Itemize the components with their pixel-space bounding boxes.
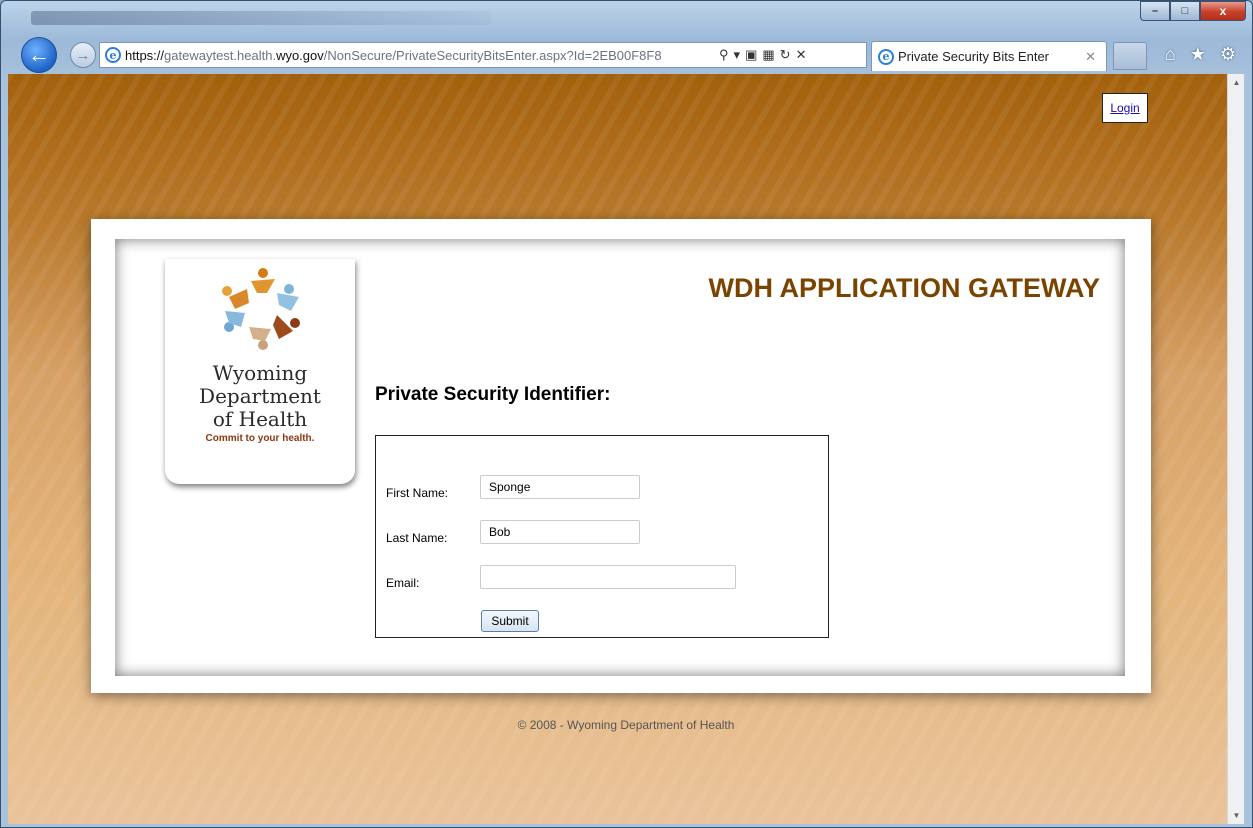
logo-figure-head	[284, 284, 294, 294]
submit-button[interactable]: Submit	[481, 610, 539, 632]
page-footer: © 2008 - Wyoming Department of Health	[517, 718, 735, 732]
email-input[interactable]	[480, 565, 736, 589]
tab-ie-icon: e	[878, 48, 894, 65]
lock-icon[interactable]: ▣	[745, 47, 757, 63]
logo-figure-head	[258, 340, 268, 350]
compatibility-view-icon[interactable]: ▦	[762, 47, 774, 63]
last-name-input[interactable]: Bob	[480, 520, 640, 544]
tab-title: Private Security Bits Enter	[898, 49, 1049, 64]
dropdown-arrow-icon[interactable]: ▾	[734, 47, 741, 63]
ie-page-icon: e	[105, 47, 121, 63]
last-name-label: Last Name:	[386, 531, 448, 545]
scroll-up-icon[interactable]: ▲	[1228, 74, 1244, 91]
back-button[interactable]: ←	[21, 37, 57, 73]
url-domain: wyo.gov	[276, 47, 324, 63]
logo-figure-body	[251, 279, 275, 293]
browser-window: – □ x ← → e https://gatewaytest.health.w…	[0, 0, 1253, 828]
page-title: WDH APPLICATION GATEWAY	[708, 273, 1101, 303]
content-card: Wyoming Department of Health Commit to y…	[91, 219, 1151, 693]
browser-tools: ⌂ ★ ⚙	[1165, 44, 1236, 65]
refresh-icon[interactable]: ↻	[780, 47, 791, 63]
form-heading: Private Security Identifier:	[375, 384, 611, 405]
url-scheme: https://	[125, 47, 165, 63]
search-icon[interactable]: ⚲	[719, 47, 729, 63]
forward-arrow-icon: →	[75, 46, 91, 64]
gear-icon[interactable]: ⚙	[1220, 44, 1236, 65]
url-subdomain: gatewaytest.health.	[164, 47, 277, 63]
forward-button[interactable]: →	[70, 42, 96, 68]
email-label: Email:	[386, 576, 420, 590]
security-identifier-form: First Name: Sponge Last Name: Bob Email:…	[375, 435, 829, 638]
window-controls: – □ x	[1140, 1, 1246, 21]
logo-figure-body	[277, 293, 299, 311]
stop-icon[interactable]: ✕	[796, 47, 807, 63]
tab-close-icon[interactable]: ✕	[1085, 49, 1096, 65]
content-card-inner: Wyoming Department of Health Commit to y…	[115, 239, 1125, 676]
logo-text-line3: of Health	[212, 407, 308, 431]
scroll-down-icon[interactable]: ▼	[1228, 807, 1244, 824]
logo-text-line1: Wyoming	[212, 361, 308, 385]
logo-figure-head	[258, 268, 268, 278]
logo-text-line2: Department	[199, 384, 321, 408]
new-tab-button[interactable]	[1113, 42, 1147, 70]
logo-figure-body	[273, 315, 293, 339]
back-arrow-icon: ←	[28, 42, 50, 67]
first-name-input[interactable]: Sponge	[480, 475, 640, 499]
logo-figure-body	[249, 327, 271, 341]
url-text[interactable]: https://gatewaytest.health.wyo.gov/NonSe…	[125, 48, 713, 63]
title-bar: – □ x	[1, 1, 1252, 35]
logo-figure-body	[229, 289, 249, 309]
maximize-button[interactable]: □	[1170, 1, 1200, 21]
wdh-logo-icon	[222, 268, 300, 350]
wdh-logo-panel: Wyoming Department of Health Commit to y…	[165, 259, 355, 484]
page-viewport: Login Wyoming Department of Health Commi…	[8, 74, 1244, 824]
tab-private-security-bits[interactable]: e Private Security Bits Enter ✕	[871, 41, 1107, 71]
home-icon[interactable]: ⌂	[1165, 44, 1176, 65]
url-path: /NonSecure/PrivateSecurityBitsEnter.aspx…	[323, 47, 662, 63]
logo-figure-head	[222, 286, 232, 296]
address-tools: ⚲ ▾ ▣ ▦ ↻ ✕	[719, 47, 806, 63]
address-bar[interactable]: e https://gatewaytest.health.wyo.gov/Non…	[99, 42, 867, 68]
minimize-button[interactable]: –	[1140, 1, 1170, 21]
vertical-scrollbar[interactable]: ▲ ▼	[1227, 74, 1244, 824]
navigation-bar: ← → e https://gatewaytest.health.wyo.gov…	[1, 34, 1252, 74]
first-name-label: First Name:	[386, 486, 449, 500]
logo-figure-head	[290, 318, 300, 328]
favorites-star-icon[interactable]: ★	[1190, 44, 1206, 65]
close-window-button[interactable]: x	[1200, 1, 1246, 21]
logo-figures	[222, 268, 300, 350]
logo-tagline: Commit to your health.	[205, 433, 315, 444]
background-favorites-bar	[31, 11, 491, 25]
login-link[interactable]: Login	[1102, 93, 1148, 123]
